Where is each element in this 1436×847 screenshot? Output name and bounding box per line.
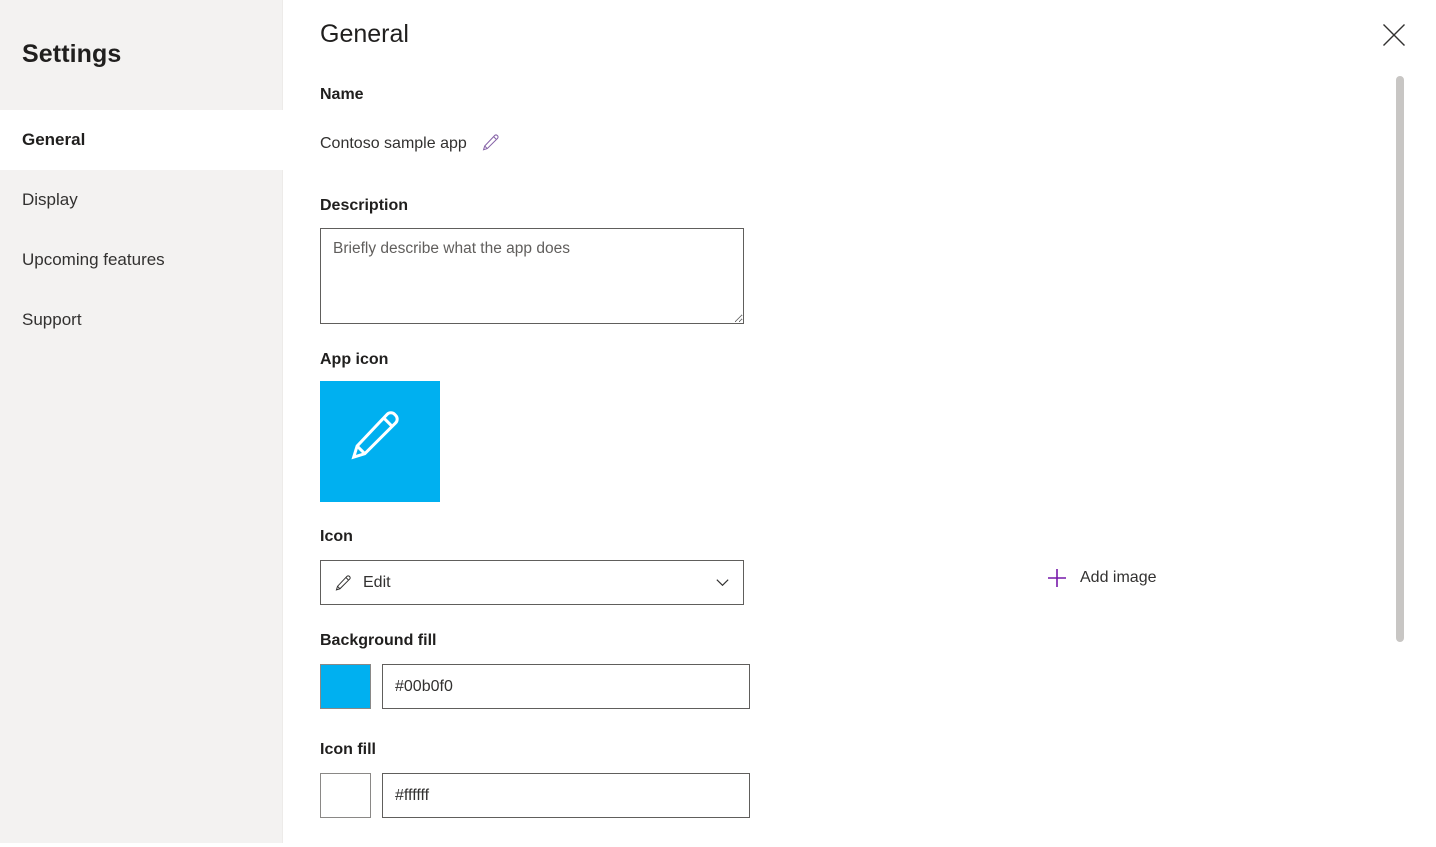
- icon-label: Icon: [320, 528, 353, 545]
- sidebar-item-upcoming-features[interactable]: Upcoming features: [0, 230, 283, 290]
- pencil-icon: [481, 133, 500, 155]
- icon-select[interactable]: Edit: [320, 560, 744, 605]
- icon-fill-label: Icon fill: [320, 741, 376, 758]
- add-image-label: Add image: [1080, 569, 1157, 586]
- pencil-icon: [333, 573, 353, 593]
- sidebar: Settings General Display Upcoming featur…: [0, 0, 283, 843]
- sidebar-item-label: Support: [22, 310, 82, 329]
- name-edit-button[interactable]: [480, 133, 502, 155]
- name-value: Contoso sample app: [320, 135, 467, 152]
- icon-fill-row: [320, 773, 750, 818]
- icon-fill-swatch[interactable]: [320, 773, 371, 818]
- icon-select-value: Edit: [363, 573, 391, 591]
- sidebar-title: Settings: [22, 40, 122, 68]
- description-label: Description: [320, 197, 409, 214]
- sidebar-item-label: Upcoming features: [22, 250, 165, 269]
- add-image-button[interactable]: Add image: [1046, 567, 1157, 589]
- chevron-down-icon: [713, 574, 731, 592]
- sidebar-item-display[interactable]: Display: [0, 170, 283, 230]
- content-pane: General Name Contoso sample app Descript…: [284, 0, 1436, 847]
- name-label: Name: [320, 86, 364, 103]
- background-fill-input[interactable]: [382, 664, 750, 709]
- plus-icon: [1046, 567, 1068, 589]
- background-fill-swatch[interactable]: [320, 664, 371, 709]
- name-row: Contoso sample app: [320, 133, 502, 155]
- sidebar-item-support[interactable]: Support: [0, 290, 283, 350]
- background-fill-row: [320, 664, 750, 709]
- description-input[interactable]: [320, 228, 744, 324]
- sidebar-item-label: Display: [22, 190, 78, 209]
- settings-panel: Settings General Display Upcoming featur…: [0, 0, 1436, 847]
- scrollbar-thumb[interactable]: [1396, 76, 1404, 642]
- background-fill-label: Background fill: [320, 632, 437, 649]
- sidebar-nav: General Display Upcoming features Suppor…: [0, 110, 283, 350]
- app-icon-preview: [320, 381, 440, 502]
- sidebar-item-general[interactable]: General: [0, 110, 283, 170]
- icon-fill-input[interactable]: [382, 773, 750, 818]
- app-icon-label: App icon: [320, 351, 389, 368]
- close-button[interactable]: [1372, 14, 1416, 58]
- page-title: General: [320, 20, 409, 48]
- sidebar-item-label: General: [22, 130, 86, 149]
